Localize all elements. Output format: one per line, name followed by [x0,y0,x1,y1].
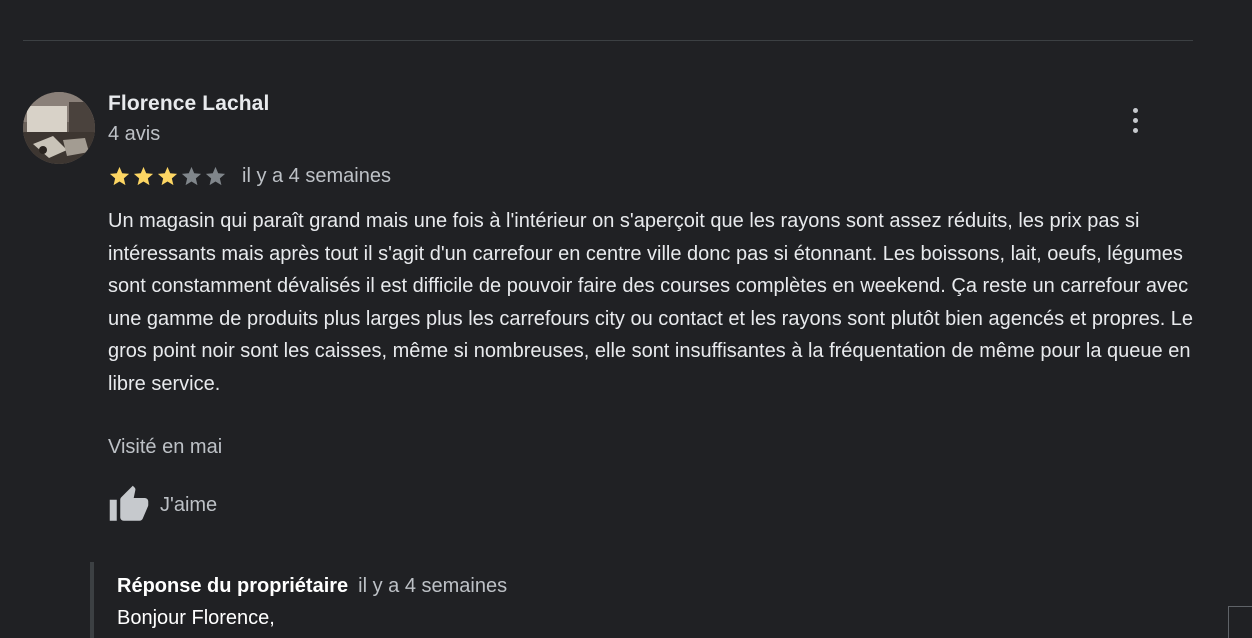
owner-reply-bar [90,562,94,638]
star-empty-icon [205,166,226,185]
owner-reply-text: Bonjour Florence, [117,607,275,629]
thumb-up-icon [109,485,149,521]
reviewer-name[interactable]: Florence Lachal [108,92,269,116]
reviewer-review-count[interactable]: 4 avis [108,123,160,146]
like-button[interactable]: J'aime [106,483,217,527]
star-filled-icon [157,166,178,185]
review-date: il y a 4 semaines [242,164,391,187]
more-vert-icon-dot [1132,127,1138,133]
reviewer-avatar[interactable] [23,92,95,164]
rating-row: il y a 4 semaines [108,162,391,190]
star-rating [108,165,227,188]
star-filled-icon [133,166,154,185]
more-vert-icon-dot [1132,117,1138,123]
scroll-corner [1228,606,1252,638]
visit-info: Visité en mai [108,436,223,458]
star-filled-icon [109,166,130,185]
more-options-button[interactable] [1120,104,1150,136]
review-divider [23,40,1193,41]
star-empty-icon [181,166,202,185]
avatar-photo [23,92,95,164]
owner-reply-title: Réponse du propriétaire [117,575,349,597]
owner-reply-date: il y a 4 semaines [358,575,508,597]
like-label: J'aime [160,493,218,516]
more-vert-icon [1132,107,1138,113]
review-text: Un magasin qui paraît grand mais une foi… [108,210,1194,395]
owner-reply-header: Réponse du propriétaire il y a 4 semaine… [117,575,507,598]
review-page: Florence Lachal 4 avis il y a 4 semaines… [0,0,1252,638]
